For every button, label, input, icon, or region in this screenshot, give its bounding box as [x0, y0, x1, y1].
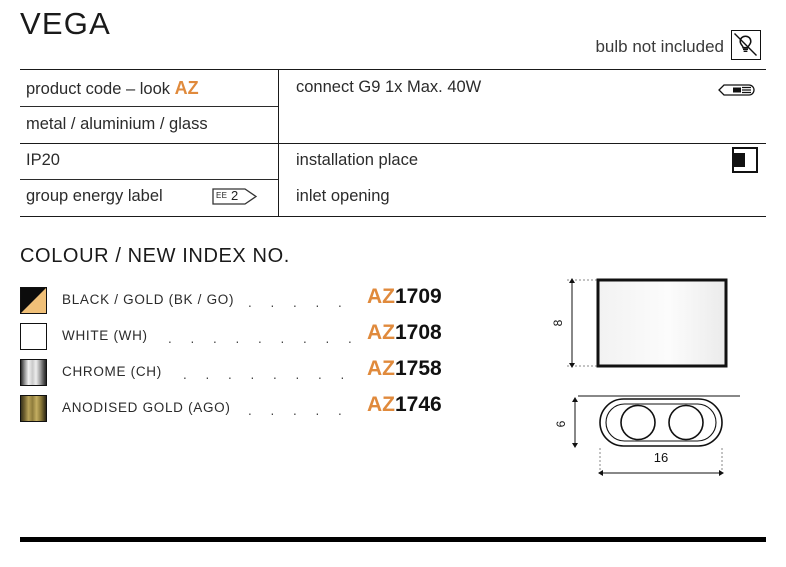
leader-dots: . . . . . . . . . . .	[183, 375, 360, 388]
page-title: VEGA	[20, 6, 111, 41]
spec-connect: connect G9 1x Max. 40W	[296, 78, 482, 96]
product-code-prefix: AZ	[367, 357, 395, 380]
spec-product-code: product code – look AZ	[26, 78, 199, 99]
spec-product-code-prefix: AZ	[174, 78, 199, 98]
spec-table: product code – look AZ metal / aluminium…	[20, 69, 766, 218]
wall-mount-icon	[732, 147, 758, 173]
product-code-prefix: AZ	[367, 321, 395, 344]
spec-materials: metal / aluminium / glass	[26, 115, 208, 133]
anodised-gold-swatch	[20, 395, 47, 422]
colour-index-list: BLACK / GOLD (BK / GO) . . . . . . . AZ1…	[20, 284, 460, 428]
spec-product-code-label: product code – look	[26, 80, 175, 98]
footer-bar	[20, 537, 766, 542]
product-code-prefix: AZ	[367, 393, 395, 416]
white-swatch	[20, 323, 47, 350]
table-rule-top	[20, 69, 766, 71]
leader-dots: . . . . . . .	[248, 303, 360, 316]
bottom-view-height-label: 6	[554, 420, 568, 427]
list-item: WHITE (WH) . . . . . . . . . . . . AZ170…	[20, 320, 460, 356]
front-view-height-label: 8	[551, 319, 565, 326]
leader-dots: . . . . . . . . . . . .	[168, 339, 360, 352]
list-item: CHROME (CH) . . . . . . . . . . . AZ1758	[20, 356, 460, 392]
leader-dots: . . . . . . .	[248, 411, 360, 424]
spec-ip-rating: IP20	[26, 151, 60, 169]
table-rule-bottom	[20, 216, 766, 218]
colour-name: ANODISED GOLD (AGO)	[62, 400, 231, 415]
spec-inlet-opening: inlet opening	[296, 187, 390, 205]
colour-name: BLACK / GOLD (BK / GO)	[62, 292, 235, 307]
black-gold-swatch	[20, 287, 47, 314]
bulb-crossed-icon	[731, 30, 761, 60]
table-rule-left-inner-1	[20, 106, 278, 108]
colour-name: CHROME (CH)	[62, 364, 162, 379]
product-code-number: 1758	[395, 357, 442, 380]
bulb-not-included-label: bulb not included	[595, 37, 724, 56]
colour-name: WHITE (WH)	[62, 328, 148, 343]
table-rule-vertical	[278, 69, 280, 216]
list-item: BLACK / GOLD (BK / GO) . . . . . . . AZ1…	[20, 284, 460, 320]
spec-installation-place: installation place	[296, 151, 418, 169]
wall-mount-icon-fill	[734, 153, 745, 167]
energy-label-prefix: EE	[216, 190, 228, 200]
table-rule-middle	[20, 143, 766, 145]
energy-label-value: 2	[231, 188, 239, 203]
list-item: ANODISED GOLD (AGO) . . . . . . . AZ1746	[20, 392, 460, 428]
product-code-number: 1708	[395, 321, 442, 344]
product-spec-sheet: VEGA bulb not included product code – lo…	[0, 0, 786, 567]
technical-drawings: 8 6 16	[540, 268, 786, 488]
spec-energy-label: group energy label	[26, 187, 163, 205]
product-code: AZ1758	[367, 357, 442, 381]
table-rule-left-inner-2	[20, 179, 278, 181]
product-code-number: 1709	[395, 285, 442, 308]
colour-section-heading: COLOUR / NEW INDEX NO.	[20, 245, 290, 267]
product-code-prefix: AZ	[367, 285, 395, 308]
product-code-number: 1746	[395, 393, 442, 416]
product-code: AZ1709	[367, 285, 442, 309]
chrome-swatch	[20, 359, 47, 386]
product-code: AZ1746	[367, 393, 442, 417]
bottom-view-width-label: 16	[654, 450, 668, 465]
energy-label-badge: EE 2	[212, 188, 258, 205]
product-code: AZ1708	[367, 321, 442, 345]
g9-capsule-lamp-icon	[717, 82, 761, 103]
